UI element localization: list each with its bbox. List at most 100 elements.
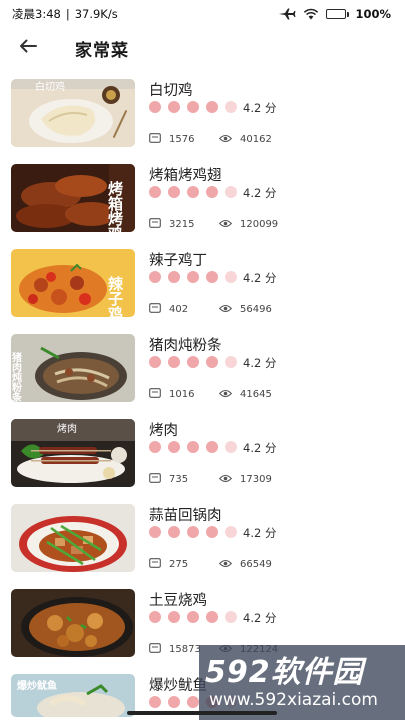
recipe-stats: 735 17309 [149,473,272,486]
rating-score: 4.2 分 [243,441,277,455]
recipe-stats: 1016 41645 [149,388,272,401]
collect-count: 402 [169,304,189,315]
rating-dot [149,526,161,538]
rating-dot [187,441,199,453]
rating-dot [187,526,199,538]
rating-dot [206,271,218,283]
back-button[interactable] [0,28,56,68]
status-time: 凌晨3:48 [12,7,61,21]
rating-stars [149,526,237,538]
rating-score: 4.2 分 [243,611,277,625]
rating-dot [225,526,237,538]
recipe-thumbnail [11,504,135,572]
collect-count: 735 [169,474,189,485]
rating-dot [187,696,199,708]
rating-dot [206,611,218,623]
collect-count: 3215 [169,219,195,230]
rating-dot [168,696,180,708]
rating-dot [149,271,161,283]
rating-dot [225,356,237,368]
collect-count: 275 [169,559,189,570]
recipe-thumbnail: 白切鸡 [11,79,135,147]
collect-count: 1016 [169,389,195,400]
collect-icon [149,388,161,401]
recipe-title: 猪肉炖粉条 [149,338,222,354]
rating-dot [225,186,237,198]
rating-stars [149,356,237,368]
status-separator: | [65,7,70,21]
rating-dot [187,186,199,198]
rating-stars [149,441,237,453]
recipe-thumbnail: 爆炒鱿鱼 [11,674,135,717]
eye-icon [218,304,233,316]
recipe-title: 烤箱烤鸡翅 [149,168,222,184]
recipe-item[interactable]: 烤肉 烤肉 4.2 分 735 17309 [0,414,405,499]
collect-icon [149,558,161,571]
thumbnail-caption: 辣子鸡 [106,275,124,317]
recipe-item[interactable]: 猪肉炖粉条 猪肉炖粉条 4.2 分 1016 41645 [0,329,405,414]
rating-stars [149,271,237,283]
rating-dot [225,611,237,623]
view-count: 40162 [240,134,272,145]
rating-dot [225,441,237,453]
arrow-left-icon [18,38,38,58]
rating-dot [206,441,218,453]
rating-dot [149,441,161,453]
rating-dot [168,101,180,113]
recipe-stats: 275 66549 [149,558,272,571]
rating-score: 4.2 分 [243,271,277,285]
rating-dot [168,611,180,623]
watermark: 592软件园 www.592xiazai.com [199,645,405,720]
recipe-list: 白切鸡 白切鸡 4.2 分 1576 40162 烤箱烤鸡 烤箱烤鸡翅 4.2 … [0,74,405,720]
rating-dot [225,271,237,283]
rating-dot [168,356,180,368]
eye-icon [218,559,233,571]
collect-icon [149,303,161,316]
watermark-url: www.592xiazai.com [209,690,378,710]
rating-dot [168,441,180,453]
rating-dot [187,611,199,623]
recipe-item[interactable]: 白切鸡 白切鸡 4.2 分 1576 40162 [0,74,405,159]
rating-score: 4.2 分 [243,356,277,370]
view-count: 56496 [240,304,272,315]
status-right: 100% [278,7,391,21]
rating-dot [149,186,161,198]
rating-dot [187,101,199,113]
recipe-title: 烤肉 [149,423,178,439]
recipe-title: 白切鸡 [149,83,193,99]
recipe-item[interactable]: 辣子鸡 辣子鸡丁 4.2 分 402 56496 [0,244,405,329]
collect-icon [149,218,161,231]
thumbnail-caption: 白切鸡 [35,80,65,93]
collect-count: 1576 [169,134,195,145]
recipe-thumbnail: 猪肉炖粉条 [11,334,135,402]
recipe-stats: 402 56496 [149,303,272,316]
recipe-item[interactable]: 烤箱烤鸡 烤箱烤鸡翅 4.2 分 3215 120099 [0,159,405,244]
view-count: 41645 [240,389,272,400]
thumbnail-caption: 烤肉 [57,422,77,435]
rating-stars [149,101,237,113]
rating-stars [149,186,237,198]
rating-dot [187,271,199,283]
network-speed: 37.9K/s [74,7,118,21]
home-indicator[interactable] [127,711,277,715]
rating-dot [168,271,180,283]
rating-dot [206,526,218,538]
recipe-title: 辣子鸡丁 [149,253,207,269]
thumbnail-caption: 烤箱烤鸡 [106,180,124,232]
status-bar: 凌晨3:48 | 37.9K/s 100% [0,0,405,28]
rating-score: 4.2 分 [243,526,277,540]
view-count: 17309 [240,474,272,485]
view-count: 120099 [240,219,279,230]
rating-dot [187,356,199,368]
rating-dot [149,611,161,623]
recipe-thumbnail: 烤箱烤鸡 [11,164,135,232]
rating-stars [149,611,237,623]
collect-count: 15873 [169,644,201,655]
recipe-title: 土豆烧鸡 [149,593,207,609]
view-count: 66549 [240,559,272,570]
rating-dot [206,356,218,368]
rating-dot [168,186,180,198]
airplane-icon [278,8,296,20]
recipe-title: 蒜苗回锅肉 [149,508,222,524]
recipe-item[interactable]: 蒜苗回锅肉 4.2 分 275 66549 [0,499,405,584]
